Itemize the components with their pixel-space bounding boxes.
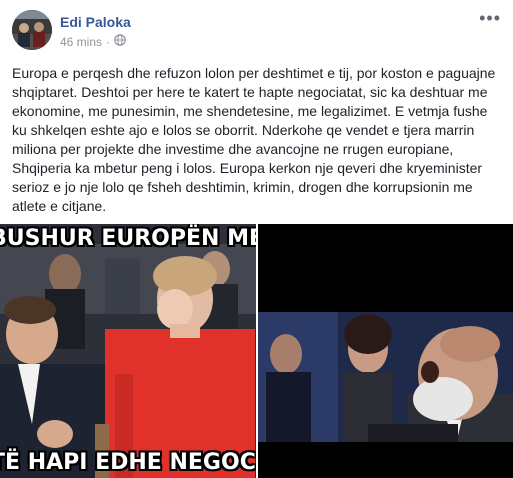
post-meta: 46 mins · <box>60 34 126 49</box>
photo-right[interactable] <box>258 224 513 478</box>
meme-caption-top: BUSHUR EUROPËN ME I <box>0 226 256 251</box>
post-text: Europa e perqesh dhe refuzon lolon per d… <box>12 65 496 214</box>
photo-grid: BUSHUR EUROPËN ME I TË HAPI EDHE NEGOCIA <box>0 224 513 478</box>
meme-caption-bottom: TË HAPI EDHE NEGOCIA <box>0 450 256 475</box>
avatar[interactable] <box>12 10 52 50</box>
photo-right-image <box>258 224 513 478</box>
photo-left-image <box>0 224 256 478</box>
author-name[interactable]: Edi Paloka <box>60 14 131 30</box>
ellipsis-icon[interactable]: ••• <box>479 9 501 27</box>
globe-icon[interactable] <box>114 34 126 49</box>
photo-left[interactable]: BUSHUR EUROPËN ME I TË HAPI EDHE NEGOCIA <box>0 224 256 478</box>
meta-separator: · <box>106 34 111 49</box>
post-time[interactable]: 46 mins <box>60 35 102 49</box>
post-header: Edi Paloka 46 mins · ••• <box>12 9 501 54</box>
